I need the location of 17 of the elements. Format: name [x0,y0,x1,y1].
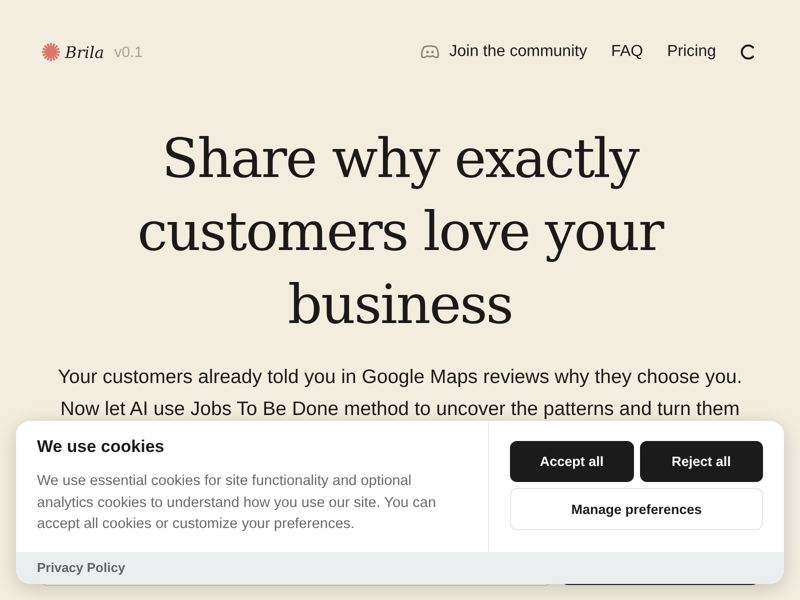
hero-title: Share why exactly customers love your business [136,126,664,338]
preferences-button[interactable]: Manage preferences [510,488,763,530]
cookie-title: We use cookies [37,437,166,457]
hero-description: Now let AI use Jobs To Be Done method to uncover the patterns and turn them [60,397,740,422]
cookie-description: We use essential cookies for site functionality and optional analytics cookies to understand how you use our site. You can accept all cookies or customize your preferences. [37,472,438,534]
version-label: v0.1 [114,44,143,60]
hero-description: Your customers already told you in Google Maps reviews why they choose you. [58,365,742,390]
game-controller-icon [420,45,440,59]
nav-link[interactable]: FAQ [611,43,644,61]
nav-link[interactable]: Pricing [667,43,716,61]
consent-button[interactable]: Reject all [640,441,763,482]
privacy-link[interactable]: Privacy Policy [37,560,126,576]
loading-icon[interactable] [740,44,756,60]
consent-button[interactable]: Accept all [510,441,634,482]
community-link[interactable]: Join the community [420,43,588,61]
logo-text[interactable]: Brila [65,42,104,62]
logo-icon [41,42,61,62]
